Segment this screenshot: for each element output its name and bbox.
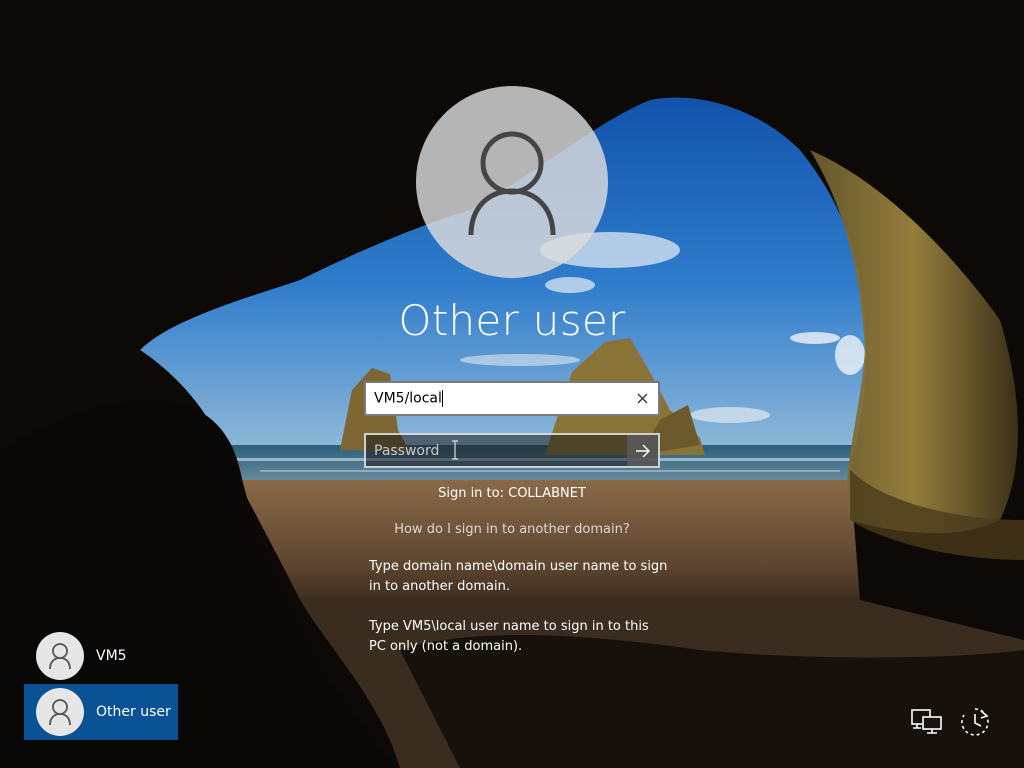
user-title: Other user (398, 296, 626, 345)
submit-button[interactable] (627, 435, 658, 466)
user-avatar-small (36, 688, 84, 736)
text-caret (441, 390, 443, 407)
arrow-right-icon (635, 444, 650, 457)
person-icon (49, 699, 71, 726)
other-domain-help-link[interactable]: How do I sign in to another domain? (312, 522, 712, 537)
user-tile-label: VM5 (96, 648, 127, 664)
person-icon (468, 131, 556, 236)
user-avatar-large (416, 86, 608, 278)
power-button[interactable] (958, 705, 992, 739)
username-input[interactable]: VM5/local (364, 381, 660, 416)
user-avatar-small (36, 632, 84, 680)
network-icon (911, 709, 942, 734)
local-help-text: Type VM5\local user name to sign in to t… (369, 619, 649, 654)
user-tile-other-user[interactable]: Other user (24, 684, 178, 740)
domain-help-text: Type domain name\domain user name to sig… (369, 559, 668, 594)
user-list: VM5 Other user (24, 628, 184, 740)
person-icon (49, 643, 71, 670)
password-input[interactable]: Password (364, 433, 660, 468)
power-icon (961, 708, 989, 736)
user-tile-vm5[interactable]: VM5 (24, 628, 178, 684)
text-cursor-icon (452, 440, 458, 460)
sign-in-domain-label: Sign in to: COLLABNET (438, 486, 586, 501)
lock-screen: Other user VM5/local Password Sign in to… (0, 0, 1024, 768)
username-text: VM5/local (374, 390, 442, 407)
network-button[interactable] (910, 705, 944, 739)
close-icon (637, 393, 647, 404)
user-tile-label: Other user (96, 704, 171, 720)
clear-button[interactable] (626, 383, 658, 414)
password-placeholder: Password (374, 442, 440, 459)
username-value[interactable]: VM5/local (366, 390, 626, 407)
